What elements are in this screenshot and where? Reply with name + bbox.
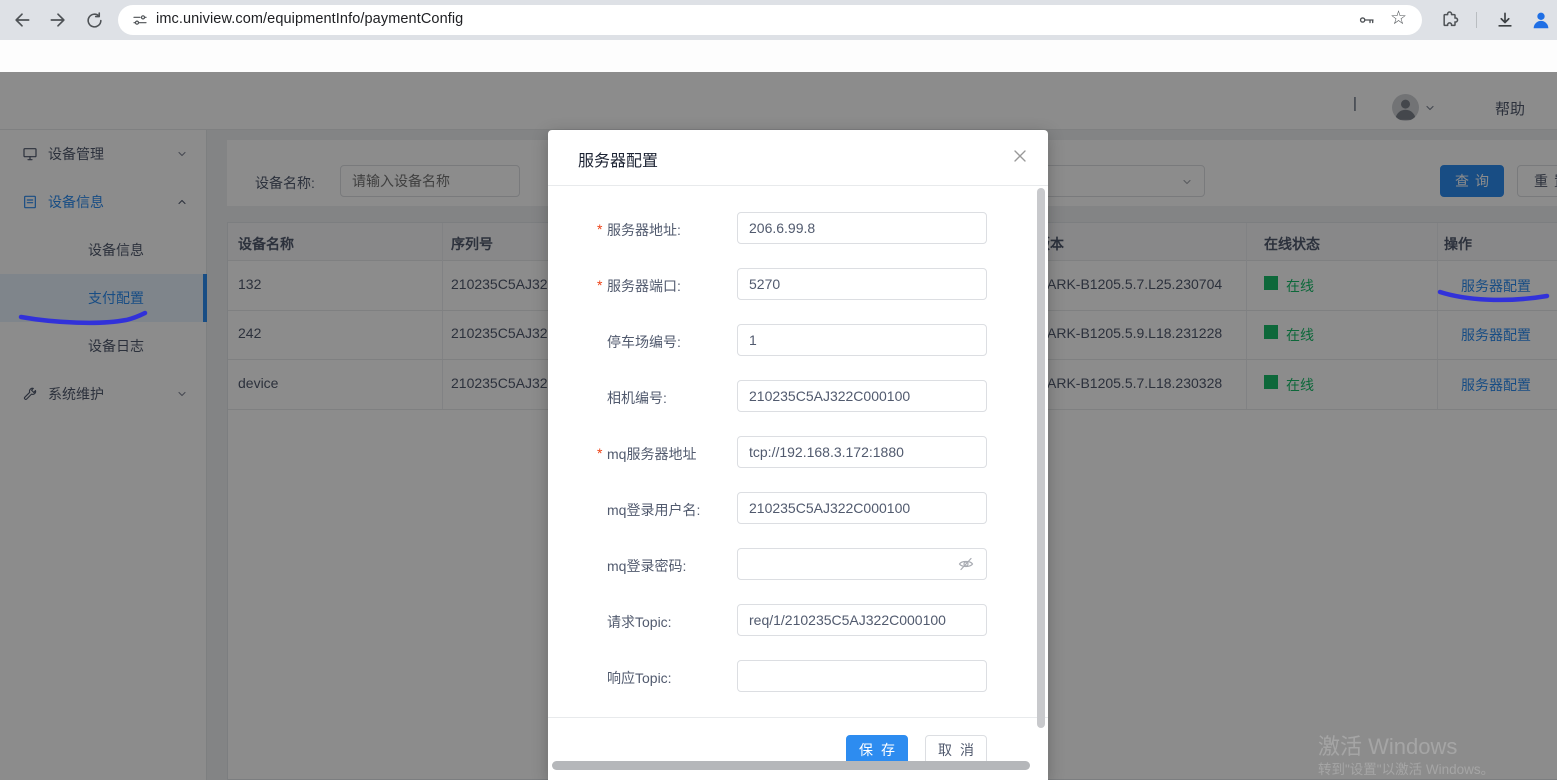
reload-icon (85, 11, 104, 30)
form-field-response-topic: 响应Topic: (548, 660, 1048, 692)
modal-horizontal-scrollbar[interactable] (552, 761, 1030, 770)
bookmarks-bar: C 前端安全配置之Co... 登录 - 智慧停车云... I 时间戳转换工具 所… (0, 40, 1557, 72)
required-mark: * (597, 445, 602, 461)
browser-toolbar: imc.uniview.com/equipmentInfo/paymentCon… (0, 0, 1557, 40)
browser-profile-button[interactable] (1530, 9, 1552, 31)
form-field-mq-address: * mq服务器地址 (548, 436, 1048, 468)
bookmark-star-button[interactable]: ☆ (1390, 8, 1407, 30)
form-field-mq-username: mq登录用户名: (548, 492, 1048, 524)
back-button[interactable] (10, 8, 34, 32)
field-label: 相机编号: (607, 388, 667, 408)
cancel-button-label: 取消 (930, 740, 982, 760)
mq-address-input[interactable] (737, 436, 987, 468)
field-label: 服务器端口: (607, 276, 681, 296)
required-mark: * (597, 277, 602, 293)
field-label: mq服务器地址 (607, 444, 696, 464)
mq-username-input[interactable] (737, 492, 987, 524)
form-field-server-port: * 服务器端口: (548, 268, 1048, 300)
form-field-mq-password: mq登录密码: (548, 548, 1048, 580)
field-label: 服务器地址: (607, 220, 681, 240)
response-topic-input[interactable] (737, 660, 987, 692)
extensions-puzzle-icon (1440, 10, 1460, 30)
form-field-parking-lot: 停车场编号: (548, 324, 1048, 356)
form-field-request-topic: 请求Topic: (548, 604, 1048, 636)
forward-icon (48, 10, 68, 30)
modal-vertical-scrollbar[interactable] (1037, 188, 1045, 728)
field-label: 响应Topic: (607, 668, 672, 688)
profile-avatar-icon (1530, 9, 1552, 31)
server-address-input[interactable] (737, 212, 987, 244)
forward-button[interactable] (46, 8, 70, 32)
extensions-button[interactable] (1440, 10, 1460, 30)
field-label: mq登录密码: (607, 556, 686, 576)
modal-header-divider (548, 185, 1048, 186)
camera-id-input[interactable] (737, 380, 987, 412)
request-topic-input[interactable] (737, 604, 987, 636)
field-label: mq登录用户名: (607, 500, 700, 520)
password-key-button[interactable] (1357, 11, 1377, 29)
screen: imc.uniview.com/equipmentInfo/paymentCon… (0, 0, 1557, 780)
key-icon (1357, 11, 1377, 29)
save-button-label: 保存 (851, 740, 903, 760)
form-field-server-address: * 服务器地址: (548, 212, 1048, 244)
field-label: 请求Topic: (607, 612, 672, 632)
downloads-button[interactable] (1495, 10, 1515, 30)
close-icon[interactable] (1010, 146, 1030, 166)
reload-button[interactable] (82, 8, 106, 32)
form-field-camera-id: 相机编号: (548, 380, 1048, 412)
field-label: 停车场编号: (607, 332, 681, 352)
address-bar[interactable]: imc.uniview.com/equipmentInfo/paymentCon… (118, 5, 1422, 35)
required-mark: * (597, 221, 602, 237)
back-icon (12, 10, 32, 30)
mq-password-input[interactable] (737, 548, 987, 580)
site-info-icon[interactable] (132, 12, 148, 28)
url-text[interactable]: imc.uniview.com/equipmentInfo/paymentCon… (156, 11, 463, 27)
parking-lot-input[interactable] (737, 324, 987, 356)
server-port-input[interactable] (737, 268, 987, 300)
download-icon (1495, 10, 1515, 30)
modal-title: 服务器配置 (578, 147, 658, 171)
server-config-modal: 服务器配置 * 服务器地址: * 服务器端口: 停车场编号: 相机编号: * m… (548, 130, 1048, 780)
modal-footer-divider (548, 717, 1048, 718)
star-icon: ☆ (1390, 8, 1407, 29)
eye-off-icon[interactable] (957, 556, 975, 572)
toolbar-divider (1476, 12, 1477, 28)
